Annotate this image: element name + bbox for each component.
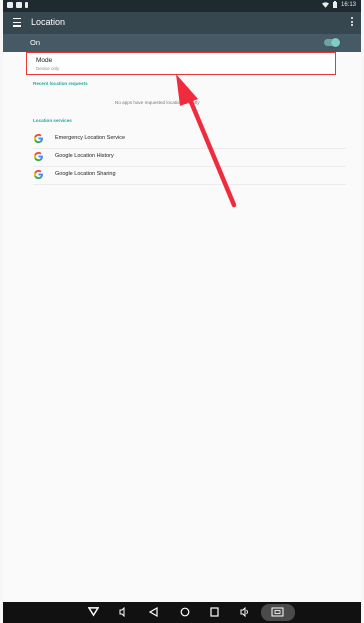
navigation-bar [3, 602, 361, 623]
arrow-shaft [186, 94, 237, 208]
volume-down-icon[interactable] [119, 607, 127, 617]
back-icon[interactable] [149, 607, 158, 617]
annotation-arrow [176, 74, 237, 208]
volume-up-icon[interactable] [240, 607, 249, 617]
keyboard-hide-icon[interactable] [88, 606, 99, 617]
screenshot-icon[interactable] [271, 607, 284, 617]
home-icon[interactable] [180, 607, 190, 617]
arrow-head [176, 74, 198, 106]
recents-icon[interactable] [210, 607, 219, 617]
